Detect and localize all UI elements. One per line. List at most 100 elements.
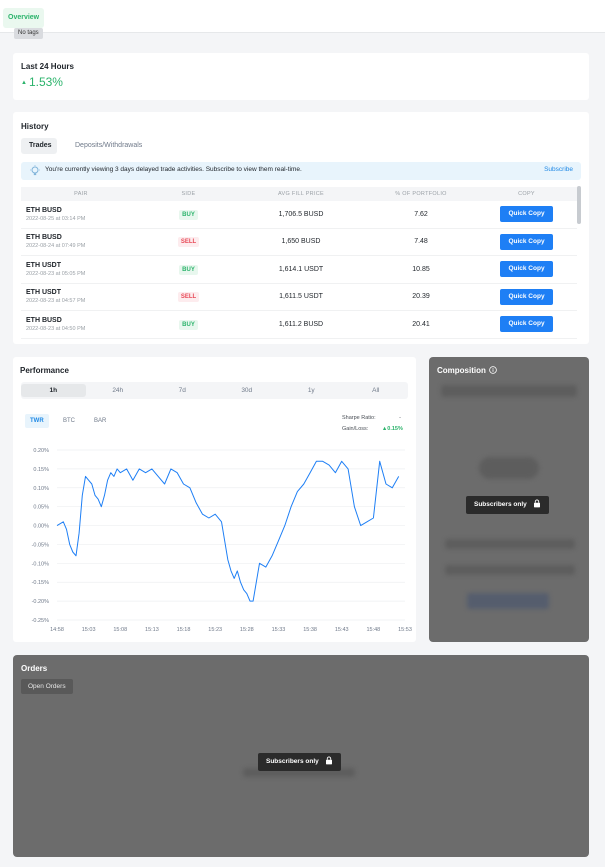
range-30d[interactable]: 30d: [215, 382, 280, 399]
tab-trades[interactable]: Trades: [21, 138, 57, 154]
trade-date: 2022-08-23 at 05:05 PM: [26, 270, 86, 277]
quick-copy-button[interactable]: Quick Copy: [500, 261, 553, 278]
x-tick-label: 15:28: [240, 627, 254, 633]
range-24h[interactable]: 24h: [86, 382, 151, 399]
notice-text: You're currently viewing 3 days delayed …: [45, 166, 302, 173]
pair-name: ETH BUSD: [26, 206, 62, 214]
tag-chip: No tags: [14, 28, 43, 39]
cell-price: 1,611.2 BUSD: [278, 320, 324, 328]
last-24h-value: ▲ 1.53%: [21, 75, 63, 89]
y-tick-label: -0.10%: [32, 561, 50, 567]
last-24h-card: Last 24 Hours ▲ 1.53%: [13, 53, 589, 100]
lock-icon: [325, 756, 332, 765]
trade-date: 2022-08-25 at 03:14 PM: [26, 215, 86, 222]
composition-title-text: Composition: [437, 366, 486, 375]
blurred-placeholder: [479, 457, 539, 479]
up-triangle-icon: ▲: [21, 80, 27, 86]
x-tick-label: 15:08: [113, 627, 127, 633]
pair-name: ETH BUSD: [26, 234, 62, 242]
col-side: SIDE: [181, 191, 196, 197]
cell-pair: ETH USDT 2022-08-23 at 05:05 PM: [21, 262, 141, 277]
y-tick-label: 0.10%: [33, 486, 49, 492]
trade-date: 2022-08-23 at 04:50 PM: [26, 325, 86, 332]
cell-side: BUY: [141, 264, 236, 275]
gain-value: 0.15%: [387, 426, 403, 432]
orders-card: Orders Open Orders Subscribers only: [13, 655, 589, 857]
range-all[interactable]: All: [344, 382, 409, 399]
col-avg-fill-price: AVG FILL PRICE: [277, 191, 325, 197]
series-line: [56, 460, 400, 602]
x-tick-label: 15:33: [272, 627, 286, 633]
x-tick-label: 15:23: [208, 627, 222, 633]
sharpe-label: Sharpe Ratio:: [342, 415, 376, 421]
range-1h[interactable]: 1h: [21, 384, 86, 397]
subscribers-only-badge: Subscribers only: [466, 496, 549, 514]
tab-deposits-withdrawals[interactable]: Deposits/Withdrawals: [67, 138, 150, 154]
composition-title: Composition: [437, 366, 497, 375]
performance-title: Performance: [20, 366, 69, 375]
locked-label: Subscribers only: [474, 501, 527, 508]
info-icon[interactable]: [489, 366, 497, 374]
cell-pair: ETH USDT 2022-08-23 at 04:57 PM: [21, 289, 141, 304]
blurred-placeholder: [445, 565, 575, 575]
range-7d[interactable]: 7d: [150, 382, 215, 399]
table-row: ETH BUSD 2022-08-23 at 04:50 PM BUY 1,611.2…: [21, 311, 577, 339]
table-row: ETH USDT 2022-08-23 at 05:05 PM BUY 1,614.1…: [21, 256, 577, 284]
table-row: ETH USDT 2022-08-23 at 04:57 PM SELL 1,611.…: [21, 284, 577, 311]
col-copy: COPY: [518, 191, 535, 197]
pair-name: ETH BUSD: [26, 316, 62, 324]
subscribers-only-badge: Subscribers only: [258, 753, 341, 771]
side-badge: BUY: [179, 264, 198, 275]
side-badge: BUY: [179, 209, 198, 220]
side-badge: SELL: [177, 237, 200, 248]
quick-copy-button[interactable]: Quick Copy: [500, 316, 553, 333]
mode-twr[interactable]: TWR: [25, 414, 49, 428]
cell-price: 1,650 BUSD: [281, 238, 321, 246]
cell-side: BUY: [141, 319, 236, 330]
cell-copy: Quick Copy: [476, 288, 577, 305]
gain-loss: Gain/Loss: ▲0.15%: [342, 426, 403, 432]
quick-copy-button[interactable]: Quick Copy: [500, 206, 553, 223]
quick-copy-button[interactable]: Quick Copy: [500, 233, 553, 250]
pair-name: ETH USDT: [26, 289, 61, 297]
x-tick-label: 15:43: [335, 627, 349, 633]
x-tick-label: 15:38: [303, 627, 317, 633]
quick-copy-button[interactable]: Quick Copy: [500, 288, 553, 305]
tab-open-orders[interactable]: Open Orders: [21, 679, 73, 694]
table-row: ETH BUSD 2022-08-25 at 03:14 PM BUY 1,706.5…: [21, 201, 577, 229]
last-24h-title: Last 24 Hours: [21, 62, 74, 71]
range-1y[interactable]: 1y: [279, 382, 344, 399]
blurred-placeholder: [441, 385, 577, 397]
y-tick-label: -0.15%: [32, 580, 50, 586]
performance-card: Performance 1h 24h 7d 30d 1y All TWR BTC…: [13, 357, 416, 642]
y-tick-label: -0.05%: [32, 542, 50, 548]
cell-price: 1,614.1 USDT: [278, 265, 324, 273]
cell-portfolio: 7.48: [414, 238, 428, 246]
cell-portfolio: 20.39: [412, 293, 430, 301]
table-header: PAIR SIDE AVG FILL PRICE % OF PORTFOLIO …: [21, 187, 577, 201]
last-24h-value-text: 1.53%: [28, 75, 63, 89]
cell-pair: ETH BUSD 2022-08-24 at 07:49 PM: [21, 234, 141, 249]
composition-card: Composition Subscribers only: [429, 357, 589, 642]
orders-title: Orders: [21, 664, 48, 673]
y-tick-label: 0.20%: [33, 448, 49, 454]
tab-overview[interactable]: Overview: [3, 8, 45, 28]
cell-side: SELL: [141, 236, 236, 248]
y-tick-label: -0.20%: [32, 599, 50, 605]
x-tick-label: 15:53: [398, 627, 412, 633]
lock-icon: [533, 499, 540, 508]
sharpe-value: -: [399, 415, 402, 421]
y-tick-label: 0.15%: [33, 467, 49, 473]
cell-side: SELL: [141, 291, 236, 303]
mode-btc[interactable]: BTC: [58, 414, 80, 428]
table-scrollbar[interactable]: [577, 186, 581, 224]
cell-pair: ETH BUSD 2022-08-25 at 03:14 PM: [21, 207, 141, 222]
cell-portfolio: 7.62: [414, 210, 428, 218]
gain-label: Gain/Loss:: [342, 426, 369, 432]
mode-bar[interactable]: BAR: [89, 414, 111, 428]
y-tick-label: 0.00%: [33, 524, 49, 530]
col-portfolio: % OF PORTFOLIO: [395, 191, 447, 197]
subscribe-link[interactable]: Subscribe: [544, 166, 573, 173]
lightbulb-icon: [30, 165, 40, 176]
cell-side: BUY: [141, 209, 236, 220]
